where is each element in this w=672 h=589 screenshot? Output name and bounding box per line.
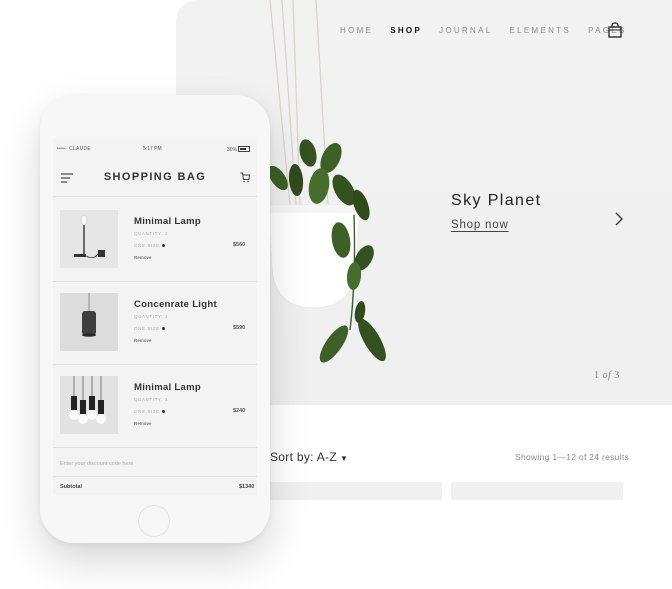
- item-price: $240: [233, 408, 246, 414]
- product-thumbnail[interactable]: [60, 293, 118, 351]
- item-quantity: QUANTITY: 2: [134, 231, 169, 236]
- results-count: Showing 1—12 of 24 results: [515, 452, 630, 462]
- item-name: Minimal Lamp: [134, 382, 201, 393]
- remove-button[interactable]: Remove: [134, 421, 152, 426]
- nav-home[interactable]: HOME: [340, 26, 373, 35]
- nav-elements[interactable]: ELEMENTS: [510, 26, 572, 35]
- battery-indicator: 30%: [227, 146, 251, 153]
- item-size: ONE SIZE: [134, 326, 165, 331]
- remove-button[interactable]: Remove: [134, 338, 152, 343]
- nav-shop[interactable]: SHOP: [390, 26, 422, 35]
- item-price: $560: [233, 242, 246, 248]
- color-swatch: [161, 244, 165, 247]
- product-thumbnail[interactable]: [60, 210, 118, 268]
- subtotal-label: Subtotal: [60, 484, 82, 490]
- discount-code-input[interactable]: Enter your discount code here: [60, 461, 133, 467]
- product-tile[interactable]: [270, 482, 442, 500]
- cart-item: Concenrate Light QUANTITY: 1 ONE SIZE $5…: [53, 281, 257, 365]
- cart-item: Minimal Lamp QUANTITY: 1 ONE SIZE $240 R…: [53, 364, 257, 448]
- shopping-bag-icon[interactable]: [608, 22, 622, 38]
- hanging-plant-illustration: [267, 0, 386, 363]
- carrier-label: ••••◦ CLAUDE: [57, 146, 92, 152]
- color-swatch: [161, 410, 165, 413]
- item-name: Minimal Lamp: [134, 216, 201, 227]
- slide-pager: 1 of 3: [594, 370, 620, 381]
- battery-percent: 30%: [227, 147, 238, 153]
- product-tile[interactable]: [451, 482, 623, 500]
- nav-journal[interactable]: JOURNAL: [439, 26, 492, 35]
- home-button[interactable]: [138, 505, 170, 537]
- phone-screen: ••••◦ CLAUDE 5:17 PM 30% SHOPPING BAG Mi…: [53, 138, 257, 495]
- item-size: ONE SIZE: [134, 243, 165, 248]
- cart-icon[interactable]: [240, 172, 250, 183]
- product-thumbnail[interactable]: [60, 376, 118, 434]
- pager-total: 3: [614, 370, 620, 381]
- page-title: SHOPPING BAG: [103, 171, 207, 183]
- divider: [53, 476, 257, 477]
- item-size: ONE SIZE: [134, 409, 165, 414]
- pager-current: 1: [594, 370, 600, 381]
- main-navigation: HOME SHOP JOURNAL ELEMENTS PAGES: [340, 26, 644, 35]
- caret-down-icon: ▼: [339, 454, 349, 463]
- app-header: SHOPPING BAG: [53, 162, 257, 197]
- item-quantity: QUANTITY: 1: [134, 314, 169, 319]
- sort-label: Sort by: A-Z: [270, 450, 337, 464]
- color-swatch: [161, 327, 165, 330]
- status-bar: ••••◦ CLAUDE 5:17 PM 30%: [53, 146, 257, 156]
- remove-button[interactable]: Remove: [134, 255, 152, 260]
- sort-dropdown[interactable]: Sort by: A-Z ▼: [270, 450, 348, 464]
- item-price: $590: [233, 325, 246, 331]
- hero-title: Sky Planet: [451, 192, 542, 209]
- chevron-right-icon[interactable]: [614, 211, 624, 227]
- item-size-label: ONE SIZE: [134, 243, 160, 248]
- status-time: 5:17 PM: [143, 146, 162, 152]
- battery-icon: [238, 146, 251, 152]
- subtotal-value: $1340: [239, 484, 255, 490]
- item-name: Concenrate Light: [134, 299, 217, 310]
- phone-mockup: ••••◦ CLAUDE 5:17 PM 30% SHOPPING BAG Mi…: [40, 95, 270, 543]
- item-quantity: QUANTITY: 1: [134, 397, 169, 402]
- item-size-label: ONE SIZE: [134, 326, 160, 331]
- item-size-label: ONE SIZE: [134, 409, 160, 414]
- pager-of: of: [602, 370, 612, 381]
- shop-now-link[interactable]: Shop now: [451, 219, 509, 231]
- cart-item: Minimal Lamp QUANTITY: 2 ONE SIZE $560 R…: [53, 198, 257, 282]
